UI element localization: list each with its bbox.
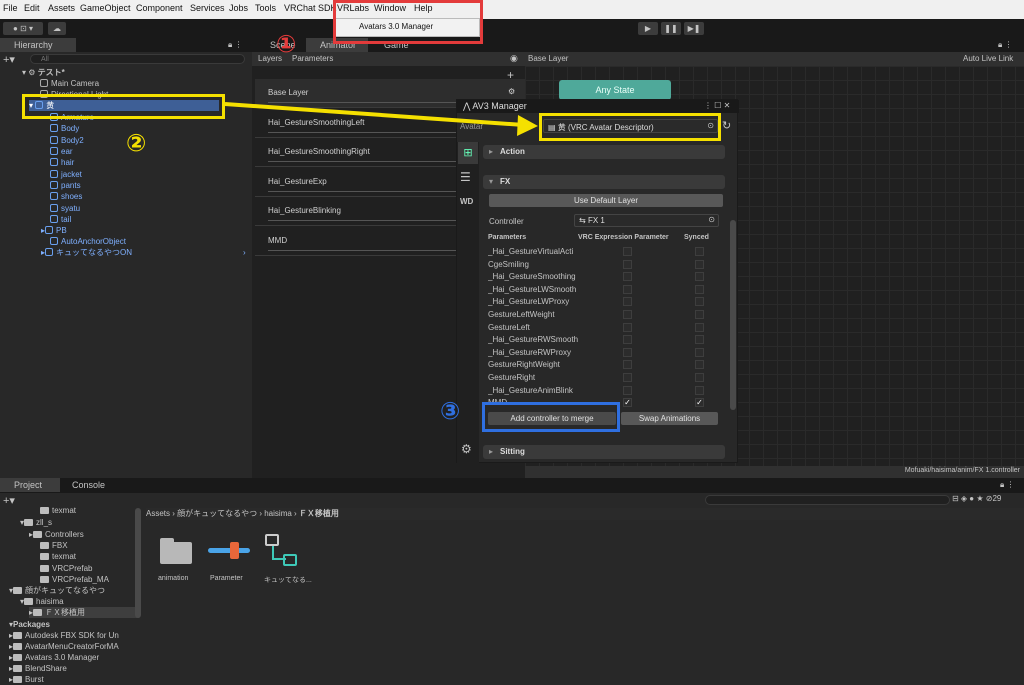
annotation-box-3 [482,402,620,432]
annotation-number-2: ② [126,129,147,157]
annotation-number-3: ③ [440,397,461,425]
annotation-arrow [224,102,538,136]
